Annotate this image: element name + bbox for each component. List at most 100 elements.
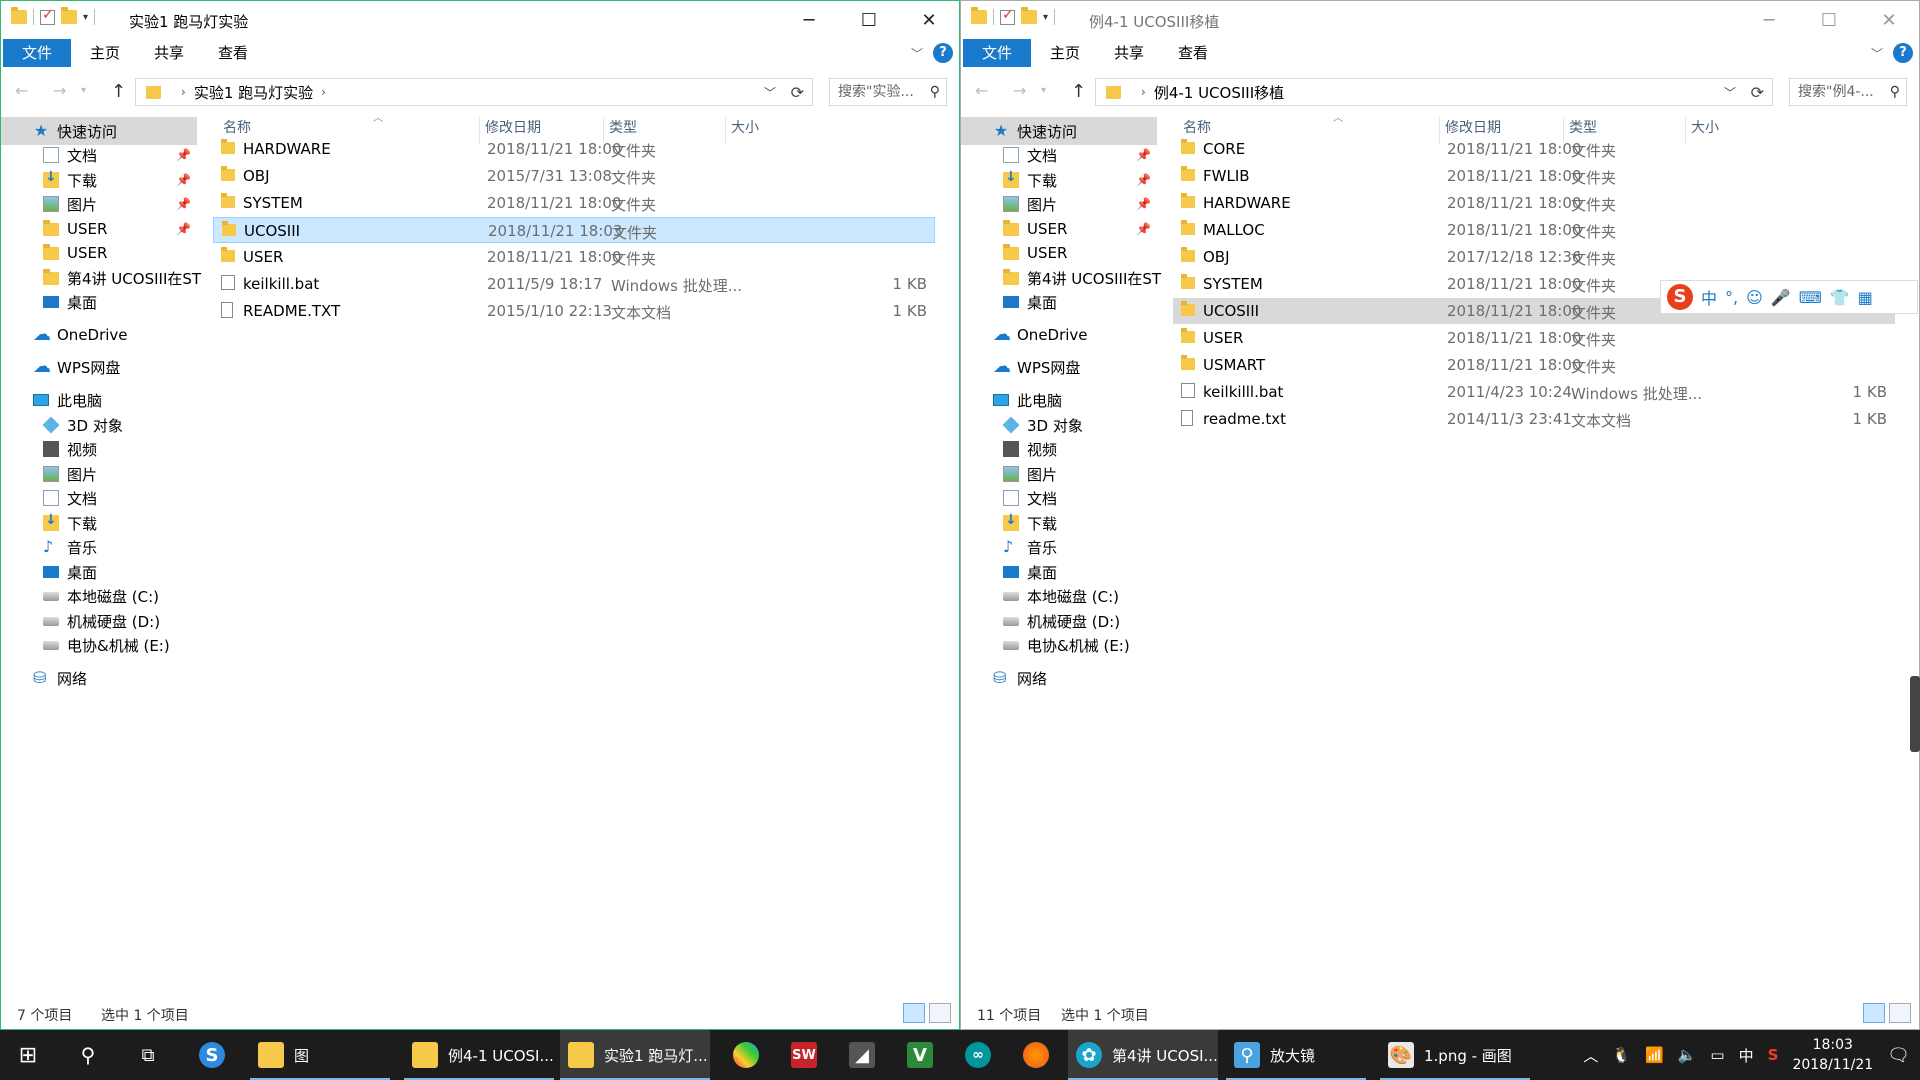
file-row[interactable]: keilkilll.bat 2011/4/23 10:24 Windows 批处理.… <box>1173 379 1895 405</box>
maximize-button[interactable]: ☐ <box>1799 1 1859 39</box>
search-input[interactable]: 搜索"实验... ⚲ <box>829 78 947 106</box>
forward-arrow-icon[interactable]: → <box>1013 81 1026 100</box>
taskbar-item-pictures[interactable]: 图 <box>250 1030 390 1080</box>
nav-item[interactable]: ⛁ 网络 <box>961 664 1157 692</box>
nav-item[interactable]: 电协&机械 (E:) <box>1 631 197 659</box>
navigation-pane[interactable]: ★ 快速访问文档 📌 下载 📌 图片 📌 USER 📌 USER 第4讲 UCOSIII在ST 桌面 ☁… <box>961 113 1161 995</box>
nav-item[interactable]: 此电脑 <box>1 386 197 414</box>
nav-item[interactable]: 视频 <box>961 435 1157 463</box>
minimize-button[interactable]: ─ <box>779 1 839 39</box>
sogou-tray-icon[interactable]: S <box>1768 1046 1779 1064</box>
refresh-icon[interactable]: ⟳ <box>791 83 804 102</box>
file-row[interactable]: UCOSIII 2018/11/21 18:03 文件夹 <box>213 217 935 243</box>
nav-item[interactable]: USER <box>961 239 1157 267</box>
expand-ribbon-icon[interactable]: ﹀ <box>911 45 923 62</box>
app-button-pinwheel[interactable] <box>722 1030 770 1080</box>
file-row[interactable]: OBJ 2017/12/18 12:36 文件夹 <box>1173 244 1895 270</box>
file-row[interactable]: HARDWARE 2018/11/21 18:00 文件夹 <box>1173 190 1895 216</box>
breadcrumb-item[interactable]: 实验1 跑马灯实验 <box>194 82 313 103</box>
app-button-browser[interactable] <box>1012 1030 1060 1080</box>
search-button[interactable]: ⚲ <box>64 1030 112 1080</box>
customize-dropdown-icon[interactable]: ▾ <box>83 12 88 23</box>
tab-view[interactable]: 查看 <box>209 39 257 67</box>
app-button-vivado[interactable]: V <box>896 1030 944 1080</box>
nav-item[interactable]: ♪ 音乐 <box>1 533 197 561</box>
show-hidden-icons-icon[interactable]: ︿ <box>1583 1045 1598 1066</box>
forward-arrow-icon[interactable]: → <box>53 81 66 100</box>
large-icons-view-button[interactable] <box>929 1003 951 1023</box>
nav-item[interactable]: ☁ OneDrive <box>961 321 1157 349</box>
title-bar[interactable]: ▾ 例4-1 UCOSIII移植 ─ ☐ ✕ <box>961 1 1919 39</box>
large-icons-view-button[interactable] <box>1889 1003 1911 1023</box>
breadcrumb-item[interactable]: 例4-1 UCOSIII移植 <box>1154 82 1284 103</box>
file-row[interactable]: USMART 2018/11/21 18:00 文件夹 <box>1173 352 1895 378</box>
notification-center-icon[interactable]: 🗨 <box>1887 1045 1910 1066</box>
nav-item[interactable]: 桌面 <box>961 288 1157 316</box>
customize-dropdown-icon[interactable]: ▾ <box>1043 12 1048 23</box>
file-row[interactable]: keilkill.bat 2011/5/9 18:17 Windows 批处理...… <box>213 271 935 297</box>
nav-item[interactable]: 视频 <box>1 435 197 463</box>
skin-icon[interactable]: 👕 <box>1830 288 1850 307</box>
app-button-solidworks[interactable]: SW <box>780 1030 828 1080</box>
navigation-pane[interactable]: ★ 快速访问文档 📌 下载 📌 图片 📌 USER 📌 USER 第4讲 UCOSIII在ST 桌面 ☁… <box>1 113 201 995</box>
file-list[interactable]: 名称 修改日期 类型 大小 ︿ CORE 2018/11/21 18:00 文件夹 FWLIB 2… <box>1173 113 1913 995</box>
side-handle[interactable] <box>1910 676 1920 752</box>
address-bar[interactable]: › 实验1 跑马灯实验 › ﹀ ⟳ <box>135 78 813 106</box>
file-row[interactable]: SYSTEM 2018/11/21 18:00 文件夹 <box>213 190 935 216</box>
tab-home[interactable]: 主页 <box>81 39 129 67</box>
input-language-indicator[interactable]: 中 <box>1739 1045 1754 1066</box>
file-row[interactable]: MALLOC 2018/11/21 18:00 文件夹 <box>1173 217 1895 243</box>
recent-locations-icon[interactable]: ▾ <box>81 85 86 96</box>
properties-icon[interactable] <box>40 7 55 25</box>
tab-view[interactable]: 查看 <box>1169 39 1217 67</box>
app-button-keil[interactable]: ◢ <box>838 1030 886 1080</box>
file-row[interactable]: readme.txt 2014/11/3 23:41 文本文档 1 KB <box>1173 406 1895 432</box>
help-icon[interactable]: ? <box>1893 43 1913 63</box>
tab-file[interactable]: 文件 <box>963 39 1031 67</box>
up-arrow-icon[interactable]: ↑ <box>1071 81 1086 102</box>
breadcrumb-separator-icon[interactable]: › <box>1141 85 1146 99</box>
start-button[interactable]: ⊞ <box>0 1030 56 1080</box>
tab-file[interactable]: 文件 <box>3 39 71 67</box>
tab-home[interactable]: 主页 <box>1041 39 1089 67</box>
nav-item[interactable]: ☁ WPS网盘 <box>1 353 197 381</box>
properties-icon[interactable] <box>1000 7 1015 25</box>
file-row[interactable]: README.TXT 2015/1/10 22:13 文本文档 1 KB <box>213 298 935 324</box>
app-button-arduino[interactable]: ∞ <box>954 1030 1002 1080</box>
nav-item[interactable]: 图片 📌 <box>1 190 197 218</box>
address-dropdown-icon[interactable]: ﹀ <box>1724 84 1736 101</box>
emoji-icon[interactable]: ☺ <box>1746 288 1763 307</box>
nav-item[interactable]: USER <box>1 239 197 267</box>
address-bar[interactable]: › 例4-1 UCOSIII移植 ﹀ ⟳ <box>1095 78 1773 106</box>
nav-item[interactable]: 文档 📌 <box>961 141 1157 169</box>
file-row[interactable]: HARDWARE 2018/11/21 18:00 文件夹 <box>213 136 935 162</box>
file-list[interactable]: 名称 修改日期 类型 大小 ︿ HARDWARE 2018/11/21 18:00 文件夹 OB… <box>213 113 953 995</box>
file-row[interactable]: USER 2018/11/21 18:00 文件夹 <box>213 244 935 270</box>
task-view-button[interactable]: ⧉ <box>124 1030 172 1080</box>
nav-item[interactable]: 文档 <box>961 484 1157 512</box>
taskbar-item-explorer-2[interactable]: 实验1 跑马灯... <box>560 1030 710 1080</box>
browser-button[interactable]: S <box>188 1030 236 1080</box>
sogou-logo-icon[interactable]: S <box>1667 284 1693 310</box>
taskbar-item-video[interactable]: ✿ 第4讲 UCOSI... <box>1068 1030 1218 1080</box>
keyboard-icon[interactable]: ⌨ <box>1799 288 1822 307</box>
search-input[interactable]: 搜索"例4-... ⚲ <box>1789 78 1907 106</box>
toolbox-icon[interactable]: ▦ <box>1858 288 1873 307</box>
battery-icon[interactable]: ▭ <box>1710 1046 1724 1064</box>
nav-item[interactable]: 电协&机械 (E:) <box>961 631 1157 659</box>
help-icon[interactable]: ? <box>933 43 953 63</box>
nav-item[interactable]: 文档 <box>1 484 197 512</box>
refresh-icon[interactable]: ⟳ <box>1751 83 1764 102</box>
recent-locations-icon[interactable]: ▾ <box>1041 85 1046 96</box>
nav-item[interactable]: 本地磁盘 (C:) <box>1 582 197 610</box>
minimize-button[interactable]: ─ <box>1739 1 1799 39</box>
ime-punctuation-toggle[interactable]: °, <box>1725 288 1738 307</box>
nav-item[interactable]: 文档 📌 <box>1 141 197 169</box>
ime-toolbar[interactable]: S 中 °, ☺ 🎤 ⌨ 👕 ▦ <box>1660 280 1918 314</box>
up-arrow-icon[interactable]: ↑ <box>111 81 126 102</box>
nav-item[interactable]: ☁ WPS网盘 <box>961 353 1157 381</box>
back-arrow-icon[interactable]: ← <box>975 81 988 100</box>
expand-ribbon-icon[interactable]: ﹀ <box>1871 45 1883 62</box>
maximize-button[interactable]: ☐ <box>839 1 899 39</box>
file-row[interactable]: OBJ 2015/7/31 13:08 文件夹 <box>213 163 935 189</box>
